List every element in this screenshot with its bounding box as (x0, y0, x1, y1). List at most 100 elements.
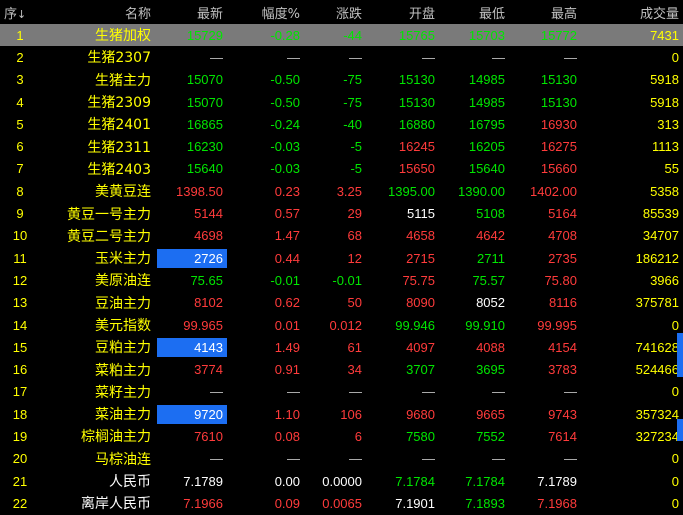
col-last[interactable]: 最新 (155, 0, 227, 24)
table-row[interactable]: 14 美元指数 99.965 0.01 0.012 99.946 99.910 99.995 0 (0, 314, 683, 336)
row-change: -5 (350, 139, 362, 155)
row-volume: 34707 (642, 228, 679, 244)
table-row[interactable]: 3 生猪主力 15070 -0.50 -75 15130 14985 15130 5918 (0, 69, 683, 91)
table-row[interactable]: 8 美黄豆连 1398.50 0.23 3.25 1395.00 1390.00 1402.0… (0, 180, 683, 202)
row-name: 豆粕主力 (95, 340, 151, 357)
row-change: 0.0000 (322, 473, 362, 489)
row-seq: 14 (12, 317, 28, 333)
col-high[interactable]: 最高 (509, 0, 581, 24)
row-seq: 5 (16, 116, 24, 132)
table-row[interactable]: 1 生猪加权 15729 -0.28 -44 15765 15703 15772 7431 (0, 24, 683, 47)
row-name: 美原油连 (95, 273, 151, 290)
row-name: 生猪2307 (87, 50, 151, 67)
row-low: 7552 (476, 428, 505, 444)
col-seq[interactable]: 序↓ (0, 0, 40, 24)
row-seq: 10 (12, 228, 28, 244)
table-row[interactable]: 16 菜粕主力 3774 0.91 34 3707 3695 3783 524466 (0, 358, 683, 380)
row-name: 菜粕主力 (95, 362, 151, 379)
row-change: -5 (350, 161, 362, 177)
row-name: 生猪加权 (40, 24, 155, 47)
row-last: 4698 (194, 228, 223, 244)
row-last: 15729 (155, 24, 227, 47)
col-change[interactable]: 涨跌 (304, 0, 366, 24)
row-change: 61 (347, 339, 362, 355)
row-change: 50 (347, 295, 362, 311)
row-pct: -0.28 (227, 24, 304, 47)
row-low: 9665 (476, 406, 505, 422)
row-last: 8102 (194, 295, 223, 311)
row-low: 15640 (468, 161, 505, 177)
row-open: 15130 (398, 72, 435, 88)
row-change: -40 (343, 116, 362, 132)
row-pct: 1.49 (274, 339, 300, 355)
row-high: 7614 (548, 428, 577, 444)
row-change: 12 (347, 250, 362, 266)
col-open[interactable]: 开盘 (366, 0, 439, 24)
row-open: 15765 (366, 24, 439, 47)
row-last: 15070 (186, 94, 223, 110)
table-row[interactable]: 10 黄豆二号主力 4698 1.47 68 4658 4642 4708 34707 (0, 225, 683, 247)
table-row[interactable]: 12 美原油连 75.65 -0.01 -0.01 75.75 75.57 75.80 3966 (0, 269, 683, 291)
row-pct: 0.09 (274, 495, 300, 511)
col-volume[interactable]: 成交量 (581, 0, 683, 24)
row-change: — (349, 451, 362, 467)
row-change: 3.25 (336, 183, 362, 199)
volume-bar-19 (677, 419, 683, 441)
row-change: — (349, 384, 362, 400)
table-row[interactable]: 9 黄豆一号主力 5144 0.57 29 5115 5108 5164 85539 (0, 202, 683, 224)
row-high: 99.995 (537, 317, 577, 333)
row-volume: 327234 (635, 428, 679, 444)
table-row[interactable]: 22 离岸人民币 7.1966 0.09 0.0065 7.1901 7.1893 7.196… (0, 492, 683, 514)
row-seq: 9 (16, 206, 24, 222)
row-seq: 8 (16, 183, 24, 199)
table-row[interactable]: 6 生猪2311 16230 -0.03 -5 16245 16205 16275 1113 (0, 135, 683, 157)
row-volume: 524466 (635, 362, 679, 378)
row-high: 1402.00 (530, 183, 577, 199)
row-open: 15130 (398, 94, 435, 110)
table-row[interactable]: 17 菜籽主力 — — — — — — 0 (0, 381, 683, 403)
table-row[interactable]: 13 豆油主力 8102 0.62 50 8090 8052 8116 375781 (0, 292, 683, 314)
row-volume: 313 (657, 116, 679, 132)
table-row[interactable]: 4 生猪2309 15070 -0.50 -75 15130 14985 15130 5918 (0, 91, 683, 113)
row-low: 16205 (468, 139, 505, 155)
table-row[interactable]: 5 生猪2401 16865 -0.24 -40 16880 16795 16930 313 (0, 113, 683, 135)
row-volume: 0 (671, 495, 679, 511)
row-volume: 0 (671, 317, 679, 333)
row-name: 生猪2311 (87, 139, 151, 156)
row-high: 16275 (540, 139, 577, 155)
row-volume: 186212 (635, 250, 679, 266)
table-row[interactable]: 21 人民币 7.1789 0.00 0.0000 7.1784 7.1784 7.1789 0 (0, 470, 683, 492)
row-name: 黄豆二号主力 (67, 228, 151, 245)
table-row[interactable]: 15 豆粕主力 4143 1.49 61 4097 4088 4154 741628 (0, 336, 683, 358)
table-row[interactable]: 20 马棕油连 — — — — — — 0 (0, 448, 683, 470)
table-row[interactable]: 7 生猪2403 15640 -0.03 -5 15650 15640 15660 55 (0, 158, 683, 180)
col-low[interactable]: 最低 (439, 0, 509, 24)
row-open: 3707 (406, 362, 435, 378)
row-high: 3783 (548, 362, 577, 378)
table-row[interactable]: 18 菜油主力 9720 1.10 106 9680 9665 9743 357324 (0, 403, 683, 425)
col-pct[interactable]: 幅度% (227, 0, 304, 24)
row-volume: 0 (671, 473, 679, 489)
row-seq: 13 (12, 295, 28, 311)
row-name: 棕榈油主力 (81, 429, 151, 446)
row-pct: 0.08 (274, 428, 300, 444)
table-row[interactable]: 2 生猪2307 — — — — — — 0 (0, 46, 683, 68)
col-name[interactable]: 名称 (40, 0, 155, 24)
row-seq: 21 (12, 473, 28, 489)
row-high: 15660 (540, 161, 577, 177)
table-row[interactable]: 19 棕榈油主力 7610 0.08 6 7580 7552 7614 327234 (0, 425, 683, 447)
row-pct: -0.01 (270, 272, 300, 288)
row-last: 4143 (155, 336, 227, 358)
row-volume: 5918 (650, 94, 679, 110)
row-high: 2735 (548, 250, 577, 266)
sort-arrow-icon: ↓ (17, 7, 27, 21)
table-row[interactable]: 11 玉米主力 2726 0.44 12 2715 2711 2735 186212 (0, 247, 683, 269)
row-open: 9680 (406, 406, 435, 422)
row-pct: 1.10 (274, 406, 300, 422)
row-low: 14985 (468, 94, 505, 110)
row-volume: 5358 (650, 183, 679, 199)
row-change: 34 (347, 362, 362, 378)
row-seq: 4 (16, 94, 24, 110)
row-name: 生猪2401 (87, 117, 151, 134)
row-last: 9720 (155, 403, 227, 425)
